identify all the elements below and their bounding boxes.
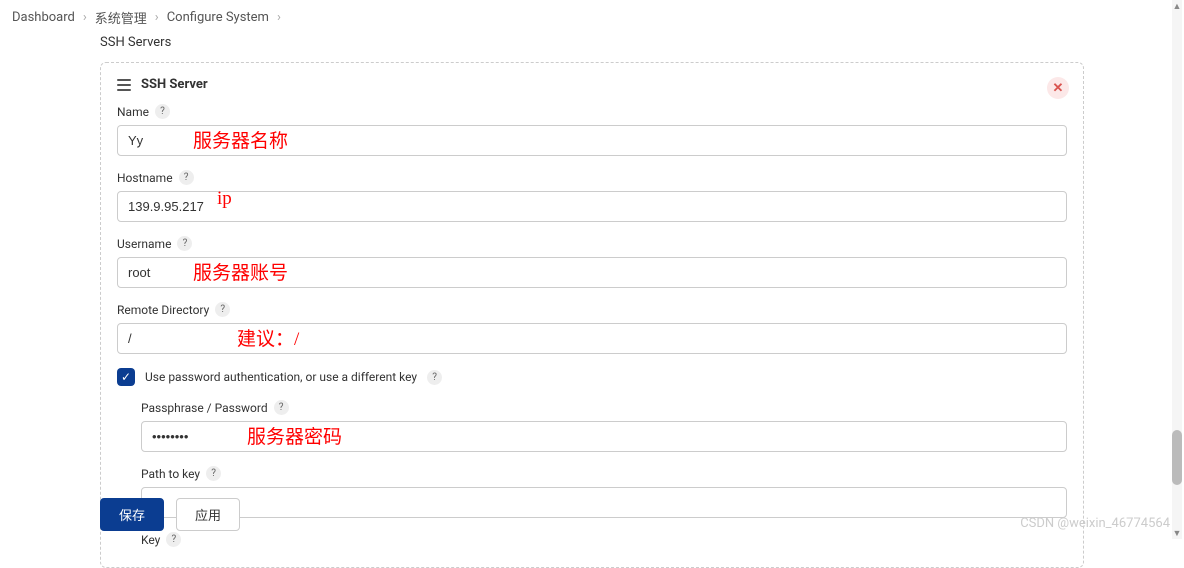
ssh-server-card: SSH Server ✕ Name ? 服务器名称 Hostname ? ip xyxy=(100,62,1084,568)
help-icon[interactable]: ? xyxy=(206,466,221,481)
scroll-up-icon[interactable]: ▲ xyxy=(1172,0,1182,12)
help-icon[interactable]: ? xyxy=(215,302,230,317)
use-password-label: Use password authentication, or use a di… xyxy=(145,370,417,384)
passphrase-input[interactable] xyxy=(141,421,1067,452)
hostname-label: Hostname xyxy=(117,171,173,185)
username-label: Username xyxy=(117,237,171,251)
breadcrumb-sep: › xyxy=(277,10,281,25)
path-to-key-label: Path to key xyxy=(141,467,200,481)
breadcrumb-item[interactable]: 系统管理 xyxy=(95,8,147,27)
passphrase-label: Passphrase / Password xyxy=(141,401,268,415)
apply-button[interactable]: 应用 xyxy=(176,498,240,531)
breadcrumb: Dashboard › 系统管理 › Configure System › xyxy=(0,0,1184,35)
close-button[interactable]: ✕ xyxy=(1047,77,1069,99)
hostname-input[interactable] xyxy=(117,191,1067,222)
username-input[interactable] xyxy=(117,257,1067,288)
watermark: CSDN @weixin_46774564 xyxy=(1020,516,1170,531)
help-icon[interactable]: ? xyxy=(427,370,442,385)
name-label: Name xyxy=(117,105,149,119)
remote-directory-label: Remote Directory xyxy=(117,303,209,317)
drag-handle-icon[interactable] xyxy=(117,79,131,91)
scrollbar[interactable]: ▲ ▼ xyxy=(1172,0,1182,539)
save-button[interactable]: 保存 xyxy=(100,498,164,531)
name-input[interactable] xyxy=(117,125,1067,156)
breadcrumb-sep: › xyxy=(83,10,87,25)
help-icon[interactable]: ? xyxy=(179,170,194,185)
scroll-down-icon[interactable]: ▼ xyxy=(1172,527,1182,539)
key-label: Key xyxy=(141,533,160,547)
path-to-key-input[interactable] xyxy=(141,487,1067,518)
remote-directory-input[interactable] xyxy=(117,323,1067,354)
help-icon[interactable]: ? xyxy=(177,236,192,251)
breadcrumb-item[interactable]: Configure System xyxy=(167,10,269,25)
section-title: SSH Servers xyxy=(100,35,1084,50)
help-icon[interactable]: ? xyxy=(155,104,170,119)
breadcrumb-sep: › xyxy=(155,10,159,25)
breadcrumb-item[interactable]: Dashboard xyxy=(12,10,75,25)
help-icon[interactable]: ? xyxy=(166,532,181,547)
help-icon[interactable]: ? xyxy=(274,400,289,415)
scroll-thumb[interactable] xyxy=(1172,430,1182,485)
use-password-checkbox[interactable]: ✓ xyxy=(117,368,135,386)
card-title: SSH Server xyxy=(141,77,208,92)
